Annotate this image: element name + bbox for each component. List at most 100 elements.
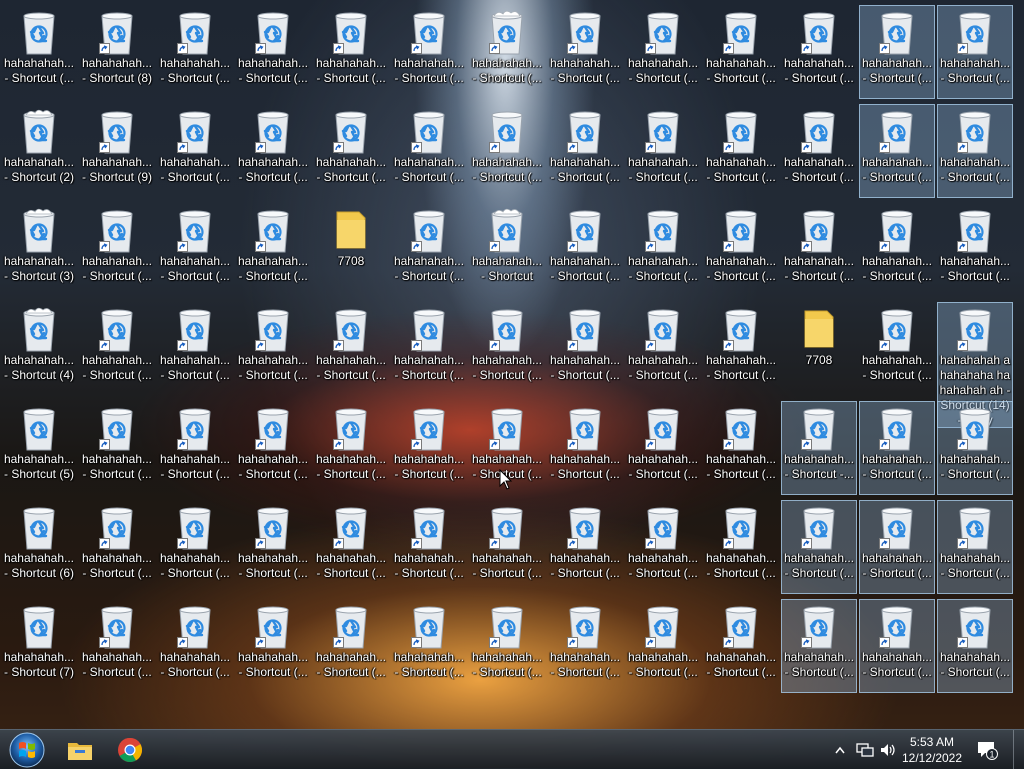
desktop-shortcut-icon[interactable]: hahahahah... - Shortcut (... [79, 302, 155, 396]
desktop-shortcut-icon[interactable]: hahahahah... - Shortcut (... [547, 500, 623, 594]
desktop-shortcut-icon[interactable]: hahahahah... - Shortcut (... [313, 104, 389, 198]
desktop-shortcut-icon[interactable]: hahahahah... - Shortcut (... [391, 500, 467, 594]
desktop-shortcut-icon[interactable]: hahahahah... - Shortcut (... [859, 104, 935, 198]
desktop-shortcut-icon[interactable]: hahahahah... - Shortcut (... [781, 104, 857, 198]
desktop-shortcut-icon[interactable]: hahahahah... - Shortcut (... [625, 302, 701, 396]
desktop-shortcut-icon[interactable]: hahahahah... - Shortcut (8) [79, 5, 155, 99]
desktop-shortcut-icon[interactable]: hahahahah... - Shortcut (... [703, 401, 779, 495]
desktop-shortcut-icon[interactable]: hahahahah... - Shortcut (... [469, 5, 545, 99]
desktop-shortcut-icon[interactable]: hahahahah... - Shortcut (... [391, 104, 467, 198]
desktop-shortcut-icon[interactable]: hahahahah... - Shortcut (... [79, 203, 155, 297]
desktop-shortcut-icon[interactable]: hahahahah... - Shortcut (... [391, 401, 467, 495]
desktop-shortcut-icon[interactable]: hahahahah... - Shortcut (... [157, 302, 233, 396]
desktop-shortcut-icon[interactable]: hahahahah... - Shortcut (... [703, 104, 779, 198]
desktop-shortcut-icon[interactable]: hahahahah... - Shortcut (... [235, 5, 311, 99]
desktop-shortcut-icon[interactable]: hahahahah... - Shortcut (... [469, 500, 545, 594]
desktop-shortcut-icon[interactable]: hahahahah... - Shortcut (... [859, 203, 935, 297]
desktop-shortcut-icon[interactable]: hahahahah... - Shortcut (... [703, 500, 779, 594]
desktop-shortcut-icon[interactable]: hahahahah... - Shortcut (... [313, 599, 389, 693]
desktop-shortcut-icon[interactable]: hahahahah... - Shortcut (... [235, 599, 311, 693]
desktop-shortcut-icon[interactable]: hahahahah... - Shortcut (... [937, 599, 1013, 693]
desktop-shortcut-icon[interactable]: hahahahah... - Shortcut (... [313, 5, 389, 99]
desktop-shortcut-icon[interactable]: hahahahah... - Shortcut (... [79, 500, 155, 594]
desktop-shortcut-icon[interactable]: hahahahah... - Shortcut (... [235, 500, 311, 594]
desktop-shortcut-icon[interactable]: hahahahah... - Shortcut (... [859, 500, 935, 594]
desktop-shortcut-icon[interactable]: hahahahah... - Shortcut (... [469, 302, 545, 396]
desktop-shortcut-icon[interactable]: hahahahah... - Shortcut (... [781, 599, 857, 693]
show-desktop-button[interactable] [1013, 730, 1024, 769]
desktop[interactable]: hahahahah... - Shortcut (... hahahahah...… [0, 0, 1024, 729]
desktop-shortcut-icon[interactable]: hahahahah... - Shortcut (... [547, 104, 623, 198]
desktop-shortcut-icon[interactable]: hahahahah... - Shortcut (... [391, 203, 467, 297]
desktop-shortcut-icon[interactable]: hahahahah... - Shortcut (4) [1, 302, 77, 396]
desktop-shortcut-icon[interactable]: hahahahah... - Shortcut (... [157, 203, 233, 297]
desktop-shortcut-icon[interactable]: hahahahah... - Shortcut (... [157, 5, 233, 99]
desktop-shortcut-icon[interactable]: hahahahah... - Shortcut (... [937, 104, 1013, 198]
desktop-shortcut-icon[interactable]: hahahahah... - Shortcut (... [859, 302, 935, 396]
desktop-shortcut-icon[interactable]: hahahahah... - Shortcut (... [547, 599, 623, 693]
desktop-shortcut-icon[interactable]: hahahahah... - Shortcut [469, 203, 545, 297]
desktop-shortcut-icon[interactable]: hahahahah... - Shortcut (... [547, 302, 623, 396]
desktop-shortcut-icon[interactable]: hahahahah... - Shortcut (... [625, 5, 701, 99]
desktop-shortcut-icon[interactable]: hahahahah... - Shortcut (... [625, 599, 701, 693]
desktop-shortcut-icon[interactable]: hahahahah... - Shortcut (... [157, 104, 233, 198]
desktop-shortcut-icon[interactable]: hahahahah... - Shortcut (... [703, 203, 779, 297]
desktop-shortcut-icon[interactable]: hahahahah... - Shortcut (... [547, 5, 623, 99]
desktop-shortcut-icon[interactable]: hahahahah... - Shortcut (... [625, 500, 701, 594]
desktop-shortcut-icon[interactable]: hahahahah... - Shortcut (... [859, 401, 935, 495]
desktop-shortcut-icon[interactable]: hahahahah... - Shortcut (... [313, 302, 389, 396]
desktop-icon-label-line1: hahahahah... [3, 254, 75, 268]
desktop-shortcut-icon[interactable]: hahahahah... - Shortcut (... [703, 5, 779, 99]
desktop-shortcut-icon[interactable]: hahahahah... - Shortcut (3) [1, 203, 77, 297]
desktop-shortcut-icon[interactable]: hahahahah... - Shortcut (... [157, 599, 233, 693]
desktop-shortcut-icon[interactable]: hahahahah... - Shortcut (5) [1, 401, 77, 495]
desktop-shortcut-icon[interactable]: hahahahah... - Shortcut (... [79, 599, 155, 693]
file-explorer-button[interactable] [58, 730, 102, 769]
desktop-shortcut-icon[interactable]: hahahahah... - Shortcut (... [859, 599, 935, 693]
desktop-shortcut-icon[interactable]: hahahahah... - Shortcut (... [391, 599, 467, 693]
desktop-shortcut-icon[interactable]: hahahahah... - Shortcut (... [79, 401, 155, 495]
desktop-shortcut-icon[interactable]: hahahahah... - Shortcut (2) [1, 104, 77, 198]
desktop-shortcut-icon[interactable]: hahahahah... - Shortcut -... [781, 401, 857, 495]
network-button[interactable] [855, 730, 875, 769]
desktop-folder[interactable]: 7708 [313, 203, 389, 297]
desktop-shortcut-icon[interactable]: hahahahah... - Shortcut (... [391, 5, 467, 99]
desktop-shortcut-icon[interactable]: hahahahah... - Shortcut (... [157, 500, 233, 594]
desktop-shortcut-icon[interactable]: hahahahah... - Shortcut (... [235, 302, 311, 396]
desktop-shortcut-icon[interactable]: hahahahah... - Shortcut (... [1, 5, 77, 99]
desktop-shortcut-icon[interactable]: hahahahah... - Shortcut (... [703, 599, 779, 693]
desktop-shortcut-icon[interactable]: hahahahah... - Shortcut (... [235, 401, 311, 495]
desktop-shortcut-icon[interactable]: hahahahah... - Shortcut (... [781, 500, 857, 594]
desktop-shortcut-icon[interactable]: hahahahah... - Shortcut (... [937, 203, 1013, 297]
desktop-shortcut-icon[interactable]: hahahahah... - Shortcut (... [157, 401, 233, 495]
desktop-shortcut-icon[interactable]: hahahahah... - Shortcut (... [235, 104, 311, 198]
desktop-shortcut-icon[interactable]: hahahahah... - Shortcut (... [547, 401, 623, 495]
desktop-shortcut-icon[interactable]: hahahahah... - Shortcut (... [859, 5, 935, 99]
desktop-shortcut-icon[interactable]: hahahahah... - Shortcut (7) [1, 599, 77, 693]
desktop-shortcut-icon[interactable]: hahahahah... - Shortcut (... [547, 203, 623, 297]
clock[interactable]: 5:53 AM 12/12/2022 [900, 730, 964, 769]
desktop-shortcut-icon[interactable]: hahahahah... - Shortcut (... [937, 401, 1013, 495]
desktop-shortcut-icon[interactable]: hahahahah... - Shortcut (... [235, 203, 311, 297]
action-center-button[interactable]: 1 [972, 730, 1002, 769]
desktop-shortcut-icon[interactable]: hahahahah... - Shortcut (... [469, 599, 545, 693]
desktop-shortcut-icon[interactable]: hahahahah... - Shortcut (... [781, 203, 857, 297]
desktop-shortcut-icon[interactable]: hahahahah... - Shortcut (6) [1, 500, 77, 594]
volume-button[interactable] [878, 730, 898, 769]
desktop-shortcut-icon[interactable]: hahahahah... - Shortcut (... [313, 500, 389, 594]
desktop-shortcut-icon[interactable]: hahahahah... - Shortcut (... [469, 104, 545, 198]
desktop-shortcut-icon[interactable]: hahahahah... - Shortcut (... [937, 5, 1013, 99]
desktop-shortcut-icon[interactable]: hahahahah... - Shortcut (... [391, 302, 467, 396]
desktop-shortcut-icon[interactable]: hahahahah... - Shortcut (... [703, 302, 779, 396]
desktop-shortcut-icon[interactable]: hahahahah... - Shortcut (... [625, 401, 701, 495]
desktop-shortcut-icon[interactable]: hahahahah... - Shortcut (... [313, 401, 389, 495]
desktop-shortcut-icon[interactable]: hahahahah... - Shortcut (... [781, 5, 857, 99]
desktop-shortcut-icon[interactable]: hahahahah... - Shortcut (... [625, 203, 701, 297]
desktop-shortcut-icon[interactable]: hahahahah... - Shortcut (9) [79, 104, 155, 198]
desktop-shortcut-icon[interactable]: hahahahah... - Shortcut (... [937, 500, 1013, 594]
chrome-button[interactable] [108, 730, 152, 769]
desktop-shortcut-icon[interactable]: hahahahah... - Shortcut (... [625, 104, 701, 198]
show-hidden-icons-button[interactable] [832, 730, 848, 769]
start-button[interactable] [4, 730, 50, 769]
desktop-folder[interactable]: 7708 [781, 302, 857, 396]
